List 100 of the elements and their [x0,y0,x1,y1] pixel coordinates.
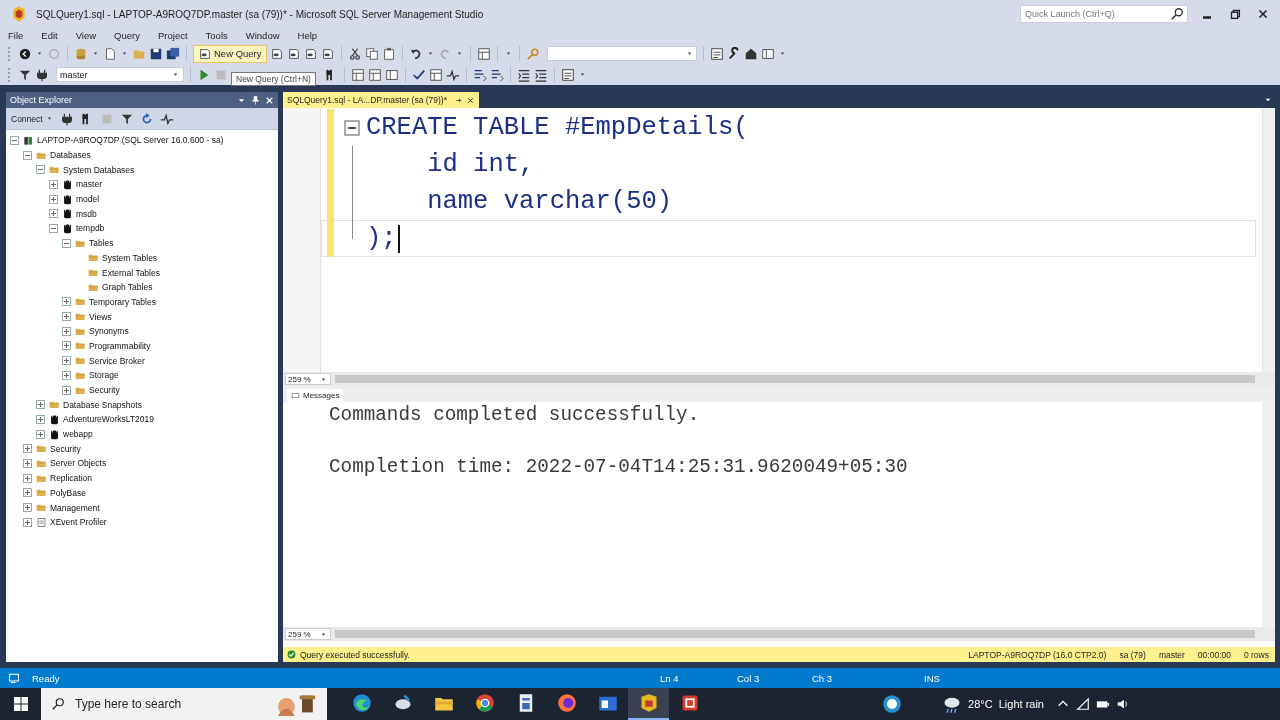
expand-toggle[interactable] [62,326,71,336]
document-tab[interactable]: SQLQuery1.sql - LA...DP.master (sa (79))* [283,92,479,108]
messages-tab[interactable]: Messages [287,389,344,402]
tree-item[interactable]: master [76,179,102,190]
expand-toggle[interactable] [62,385,71,395]
connect-button[interactable]: Connect [11,113,54,124]
tree-item[interactable]: PolyBase [50,487,86,498]
expand-toggle[interactable] [36,414,45,424]
save-all-icon[interactable] [166,46,180,61]
menu-item[interactable]: Help [297,30,325,41]
grid-icon[interactable] [476,46,491,61]
tree-item[interactable]: Database Snapshots [63,399,142,410]
tree-item[interactable]: Service Broker [89,355,145,366]
expand-toggle[interactable] [49,223,58,233]
tree-item[interactable]: System Tables [102,252,158,263]
tree-item[interactable]: Management [50,502,100,513]
copy-icon[interactable] [364,46,379,61]
grid-icon[interactable] [368,67,382,82]
save-icon[interactable] [149,46,163,61]
properties-icon[interactable] [709,46,724,61]
expand-toggle[interactable] [23,488,32,498]
tree-item[interactable]: tempdb [76,223,105,234]
parse-icon[interactable] [412,67,426,82]
activity-icon[interactable] [446,67,460,82]
query-icon[interactable] [269,46,284,61]
expand-toggle[interactable] [36,400,45,410]
tree-item[interactable]: Synonyms [89,326,129,337]
query-icon[interactable] [303,46,318,61]
tree-item[interactable]: Security [50,443,81,454]
collapse-icon[interactable] [344,119,360,136]
scrollbar[interactable] [1262,402,1275,627]
tree-item[interactable]: System Databases [63,164,135,175]
find-combo-field[interactable] [546,46,697,61]
tree-item[interactable]: Graph Tables [102,282,153,293]
weather-widget[interactable]: 28°C Light rain [942,694,1044,714]
menu-item[interactable]: Project [158,30,195,41]
tree-item[interactable]: Programmability [89,340,151,351]
expand-toggle[interactable] [23,458,32,468]
tree-item[interactable]: webapp [63,429,93,440]
tree-item[interactable]: Views [89,311,112,322]
menu-item[interactable]: Tools [205,30,235,41]
windows-start-icon[interactable] [13,696,29,712]
expand-toggle[interactable] [49,194,58,204]
indent-icon[interactable] [534,67,548,82]
pin-icon[interactable] [250,94,261,106]
expand-toggle[interactable] [23,503,32,513]
layout-icon[interactable] [760,46,775,61]
expand-toggle[interactable] [62,356,71,366]
expand-toggle[interactable] [23,444,32,454]
undo-icon[interactable] [408,46,423,61]
layout-icon[interactable] [385,67,399,82]
grid-icon[interactable] [429,67,443,82]
tree-item[interactable]: Security [89,385,120,396]
scrollbar[interactable] [335,630,1255,638]
paste-icon[interactable] [381,46,396,61]
tree-item[interactable]: msdb [76,208,97,219]
indent-icon[interactable] [517,67,531,82]
document-icon[interactable] [103,46,117,61]
quick-launch-field[interactable]: Quick Launch (Ctrl+Q) [1020,5,1188,23]
scrollbar[interactable] [335,375,1255,383]
new-query-button[interactable]: New Query [193,44,267,63]
expand-toggle[interactable] [36,429,45,439]
expand-toggle[interactable] [62,297,71,307]
wrench-icon[interactable] [726,46,741,61]
plug-icon[interactable] [59,111,74,126]
expand-toggle[interactable] [62,312,71,322]
expand-toggle[interactable] [49,179,58,189]
zoom-dropdown[interactable]: 259 % [285,628,331,640]
taskbar-search-field[interactable]: Type here to search [41,688,327,720]
zoom-dropdown[interactable]: 259 % [285,373,331,385]
help-icon[interactable] [882,694,903,714]
expand-toggle[interactable] [62,238,71,248]
activity-icon[interactable] [159,111,174,126]
tree-item[interactable]: LAPTOP-A9ROQ7DP (SQL Server 16.0.600 - sa) [37,135,224,146]
query-icon[interactable] [286,46,301,61]
expand-toggle[interactable] [49,209,58,219]
properties-icon[interactable] [561,67,575,82]
tree-item[interactable]: Tables [89,238,114,249]
expand-toggle[interactable] [36,165,45,175]
toolbox-icon[interactable] [743,46,758,61]
expand-toggle[interactable] [62,341,71,351]
tree-item[interactable]: XEvent Profiler [50,517,107,528]
grid-icon[interactable] [351,67,365,82]
database-icon[interactable] [74,46,88,61]
close-icon[interactable] [466,95,475,105]
expand-toggle[interactable] [23,517,32,527]
scrollbar[interactable] [1262,108,1275,372]
tree-item[interactable]: Replication [50,473,93,484]
menu-item[interactable]: Query [114,30,147,41]
menu-item[interactable]: File [8,30,31,41]
tree-item[interactable]: model [76,194,100,205]
expand-toggle[interactable] [62,370,71,380]
tree-item[interactable]: External Tables [102,267,160,278]
comment-icon[interactable] [490,67,504,82]
tree-item[interactable]: Temporary Tables [89,296,156,307]
expand-toggle[interactable] [23,150,32,160]
expand-toggle[interactable] [23,473,32,483]
query-icon[interactable] [320,46,335,61]
expand-toggle[interactable] [10,135,19,145]
menu-item[interactable]: View [75,30,104,41]
